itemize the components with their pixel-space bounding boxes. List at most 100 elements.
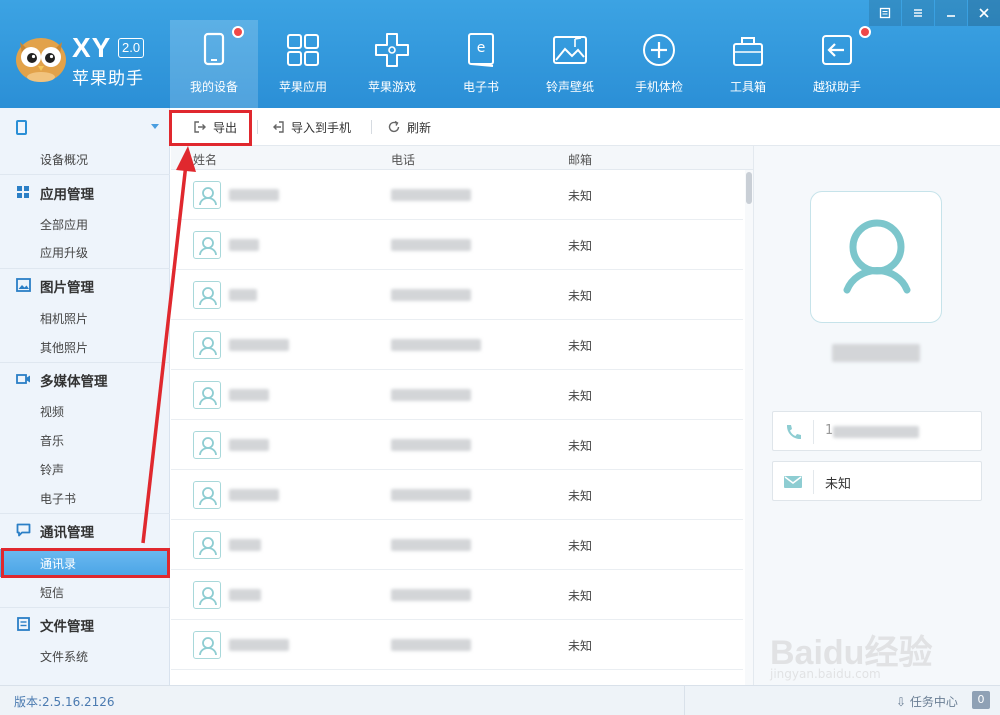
export-highlight-box: [169, 110, 252, 146]
table-row[interactable]: 未知: [171, 270, 743, 320]
table-row[interactable]: 未知: [171, 570, 743, 620]
wallpaper-icon: [553, 36, 587, 64]
sidebar-item-ringtone[interactable]: 铃声: [0, 455, 170, 483]
contact-name-blurred: [832, 344, 920, 362]
contact-email-cell: 未知: [568, 389, 593, 403]
sidebar-item-device-overview[interactable]: 设备概况: [0, 145, 170, 173]
nav-tab-label: 越狱助手: [812, 80, 861, 94]
column-header-email[interactable]: 邮箱: [568, 151, 592, 168]
contact-email-cell: 未知: [568, 289, 593, 303]
field-divider: [813, 420, 814, 444]
sidebar-item-video[interactable]: 视频: [0, 397, 170, 425]
minimize-button[interactable]: [935, 0, 967, 26]
sidebar-item-all-apps[interactable]: 全部应用: [0, 210, 170, 238]
task-center-button[interactable]: ⇩ 任务中心: [896, 693, 958, 710]
table-row[interactable]: 未知: [171, 620, 743, 670]
nav-tab-phone-check[interactable]: 手机体检: [615, 20, 703, 108]
refresh-label: 刷新: [407, 121, 432, 135]
baidu-watermark: Baidu经验 jingyan.baidu.com: [770, 605, 990, 685]
contact-email-value: 未知: [825, 477, 852, 492]
nav-tab-toolbox[interactable]: 工具箱: [704, 20, 792, 108]
user-icon: [199, 637, 217, 656]
refresh-button[interactable]: 刷新: [387, 118, 437, 136]
close-icon: [979, 8, 989, 18]
refresh-icon: [388, 120, 400, 133]
sidebar-divider: [0, 607, 170, 608]
phone-icon: [16, 120, 27, 135]
contact-phone-blurred: [391, 589, 471, 601]
contact-email-cell: 未知: [568, 239, 593, 253]
sidebar-group-photo-management[interactable]: 图片管理: [0, 271, 170, 299]
contact-phone-blurred: [391, 289, 471, 301]
sidebar-divider: [0, 362, 170, 363]
contacts-table-header: 姓名 电话 邮箱: [171, 146, 753, 170]
nav-tab-label: 我的设备: [189, 80, 238, 94]
table-row[interactable]: 未知: [171, 470, 743, 520]
table-row[interactable]: 未知: [171, 220, 743, 270]
sidebar-divider: [0, 268, 170, 269]
apps-grid-icon: [17, 186, 29, 198]
contact-avatar-icon: [193, 331, 221, 359]
sidebar-item-sms[interactable]: 短信: [0, 578, 170, 606]
user-icon: [199, 237, 217, 256]
nav-tab-ebook[interactable]: e 电子书: [437, 20, 525, 108]
sidebar-group-label: 应用管理: [40, 187, 94, 203]
sidebar-item-other-photos[interactable]: 其他照片: [0, 333, 170, 361]
import-icon: [273, 121, 284, 133]
logo-xy-text: XY: [72, 32, 112, 63]
nav-badge-dot: [859, 26, 871, 38]
status-bar: 版本:2.5.16.2126 ⇩ 任务中心 0: [0, 685, 1000, 715]
sidebar-item-camera-photos[interactable]: 相机照片: [0, 304, 170, 332]
import-to-phone-button[interactable]: 导入到手机: [271, 118, 361, 136]
close-button[interactable]: [968, 0, 1000, 26]
contact-name-blurred: [229, 489, 279, 501]
sidebar-item-file-system[interactable]: 文件系统: [0, 642, 170, 670]
sidebar-item-label: 短信: [40, 586, 65, 600]
table-row[interactable]: 未知: [171, 520, 743, 570]
sidebar-item-app-upgrade[interactable]: 应用升级: [0, 238, 170, 266]
menu-button[interactable]: [902, 0, 934, 26]
contact-email-field[interactable]: 未知: [772, 461, 982, 501]
table-row[interactable]: 未知: [171, 170, 743, 220]
nav-tab-my-device[interactable]: 我的设备: [170, 20, 258, 108]
contacts-table: 未知 未知 未知 未知 未知 未知 未知 未知 未知 未知: [171, 170, 753, 685]
contact-phone-blurred: [391, 439, 471, 451]
sidebar-divider: [0, 174, 170, 175]
sidebar-group-label: 通讯管理: [40, 525, 94, 541]
user-icon: [199, 487, 217, 506]
device-icon: [203, 32, 225, 66]
owl-logo-icon: [16, 38, 66, 82]
column-header-name[interactable]: 姓名: [193, 151, 217, 168]
device-selector[interactable]: [0, 108, 170, 146]
logo-subtitle: 苹果助手: [72, 69, 144, 89]
sidebar-group-label: 多媒体管理: [40, 374, 108, 390]
table-row[interactable]: 未知: [171, 320, 743, 370]
sidebar-item-ebook[interactable]: 电子书: [0, 484, 170, 512]
contact-phone-field[interactable]: 1: [772, 411, 982, 451]
contact-email-cell: 未知: [568, 439, 593, 453]
sidebar-group-communication-management[interactable]: 通讯管理: [0, 516, 170, 544]
column-header-phone[interactable]: 电话: [391, 151, 415, 168]
phone-icon: [786, 425, 801, 440]
user-icon: [199, 387, 217, 406]
table-row[interactable]: 未知: [171, 370, 743, 420]
file-icon: [17, 617, 30, 631]
nav-tab-ringtone-wallpaper[interactable]: 铃声壁纸: [526, 20, 614, 108]
sidebar-item-music[interactable]: 音乐: [0, 426, 170, 454]
nav-tab-apple-games[interactable]: 苹果游戏: [348, 20, 436, 108]
contact-avatar-icon: [193, 381, 221, 409]
feedback-button[interactable]: [869, 0, 901, 26]
sidebar-group-media-management[interactable]: 多媒体管理: [0, 365, 170, 393]
toolbox-icon: [733, 37, 763, 66]
table-scrollbar[interactable]: [745, 170, 753, 685]
sidebar-item-label: 文件系统: [40, 650, 89, 664]
nav-tab-jailbreak[interactable]: 越狱助手: [793, 20, 881, 108]
sidebar-group-file-management[interactable]: 文件管理: [0, 610, 170, 638]
nav-tab-apple-apps[interactable]: 苹果应用: [259, 20, 347, 108]
table-row[interactable]: 未知: [171, 420, 743, 470]
contact-email-cell: 未知: [568, 589, 593, 603]
contact-phone-blurred: [391, 189, 471, 201]
download-arrow-icon: ⇩: [896, 695, 910, 709]
scrollbar-thumb[interactable]: [746, 172, 752, 204]
sidebar-group-app-management[interactable]: 应用管理: [0, 178, 170, 206]
